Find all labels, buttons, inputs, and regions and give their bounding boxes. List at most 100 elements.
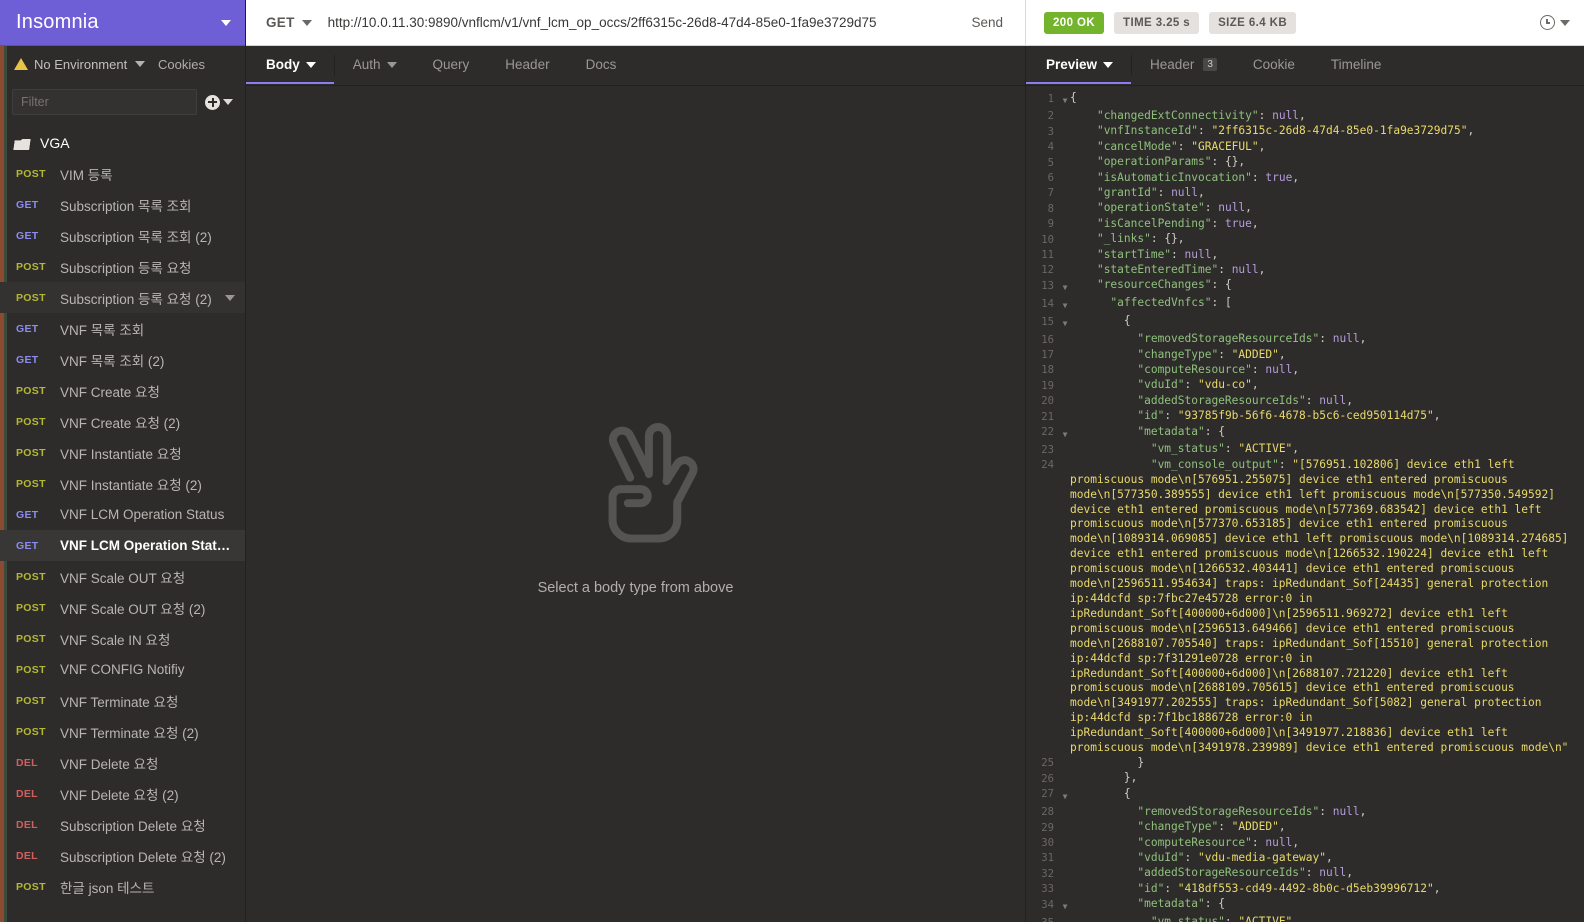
history-button[interactable] (1540, 15, 1570, 30)
request-pane: Body Auth Query Header Docs Select a body ty… (246, 46, 1026, 922)
app-header[interactable]: Insomnia (0, 0, 245, 46)
request-list-item[interactable]: POST VNF Instantiate 요청 (2) (0, 468, 245, 499)
request-list-item[interactable]: POST Subscription 등록 요청 (2) (0, 282, 245, 313)
fold-toggle-icon[interactable]: ▼ (1060, 296, 1070, 314)
request-list-item[interactable]: POST VIM 등록 (0, 158, 245, 189)
tab-query[interactable]: Query (415, 46, 488, 85)
request-method-label: DEL (16, 849, 38, 862)
code-line: 28 "removedStorageResourceIds": null, (1026, 805, 1584, 820)
url-bar: GET Send 200 OK TIME 3.25 s SIZE 6.4 KB (246, 0, 1584, 46)
code-text: "isCancelPending": true, (1070, 216, 1259, 230)
status-badge: 200 OK (1044, 11, 1105, 34)
chevron-down-icon (1560, 19, 1570, 26)
line-number: 11 (1041, 249, 1054, 262)
http-method-selector[interactable]: GET (246, 15, 326, 30)
line-number: 25 (1041, 757, 1054, 770)
fold-toggle-icon[interactable]: ▼ (1060, 897, 1070, 915)
tab-auth[interactable]: Auth (335, 46, 415, 85)
request-list-item[interactable]: GET VNF 목록 조회 (2) (0, 344, 245, 375)
request-name-label: VNF LCM Operation Status (2) (60, 538, 235, 553)
request-list-item[interactable]: DEL VNF Delete 요청 (0, 747, 245, 778)
line-number: 27 (1041, 788, 1054, 801)
tab-header[interactable]: Header 3 (1132, 46, 1235, 85)
code-line: 9 "isCancelPending": true, (1026, 217, 1584, 232)
request-list-item[interactable]: POST VNF CONFIG Notifiy (0, 654, 245, 685)
request-list-item[interactable]: GET VNF 목록 조회 (0, 313, 245, 344)
request-name-label: VNF Instantiate 요청 (2) (60, 477, 202, 493)
request-list-item[interactable]: POST 한글 json 테스트 (0, 871, 245, 902)
request-list-item[interactable]: GET Subscription 목록 조회 (0, 189, 245, 220)
request-list-item[interactable]: POST VNF Create 요청 (0, 375, 245, 406)
folder-row-vga[interactable]: VGA (0, 128, 245, 158)
code-text: { (1070, 786, 1131, 800)
line-number: 33 (1041, 883, 1054, 896)
code-text: "vnfInstanceId": "2ff6315c-26d8-47d4-85e… (1070, 124, 1475, 138)
line-number: 28 (1041, 806, 1054, 819)
request-list-item[interactable]: DEL Subscription Delete 요청 (0, 809, 245, 840)
filter-input[interactable] (12, 89, 197, 115)
add-request-button[interactable] (205, 94, 233, 110)
request-name-label: VNF Instantiate 요청 (60, 446, 182, 462)
chevron-down-icon[interactable] (221, 19, 231, 26)
request-list-item[interactable]: DEL Subscription Delete 요청 (2) (0, 840, 245, 871)
tab-label: Header (1150, 57, 1195, 72)
request-list-item[interactable]: POST Subscription 등록 요청 (0, 251, 245, 282)
request-list-item[interactable]: POST VNF Terminate 요청 (2) (0, 716, 245, 747)
code-text: "resourceChanges": { (1070, 278, 1232, 292)
url-input[interactable] (325, 0, 950, 45)
request-name-label: Subscription 등록 요청 (2) (60, 291, 212, 307)
request-list-item[interactable]: POST VNF Create 요청 (2) (0, 406, 245, 437)
app-title: Insomnia (16, 11, 99, 33)
tab-cookie[interactable]: Cookie (1235, 46, 1313, 85)
request-method-label: POST (16, 477, 46, 490)
request-name-label: VNF Create 요청 (2) (60, 415, 181, 431)
environment-selector[interactable]: No Environment (14, 57, 146, 72)
request-list-item[interactable]: POST VNF Scale OUT 요청 (2) (0, 592, 245, 623)
request-body-empty-state: Select a body type from above (246, 86, 1025, 922)
fold-toggle-icon[interactable]: ▼ (1060, 425, 1070, 443)
fold-toggle-icon[interactable]: ▼ (1060, 314, 1070, 332)
request-list-item[interactable]: DEL VNF Delete 요청 (2) (0, 778, 245, 809)
code-text: "operationParams": {}, (1070, 155, 1246, 169)
warning-triangle-icon (14, 58, 28, 70)
code-line: 35 "vm_status": "ACTIVE", (1026, 915, 1584, 922)
line-number: 19 (1041, 379, 1054, 392)
request-list-item[interactable]: POST VNF Instantiate 요청 (0, 437, 245, 468)
request-list-item[interactable]: GET Subscription 목록 조회 (2) (0, 220, 245, 251)
filter-row (0, 82, 245, 122)
tab-header[interactable]: Header (487, 46, 567, 85)
request-list-item[interactable]: GET VNF LCM Operation Status (0, 499, 245, 530)
fold-toggle-icon[interactable]: ▼ (1060, 787, 1070, 805)
tab-docs[interactable]: Docs (568, 46, 635, 85)
request-list-item[interactable]: POST VNF Scale IN 요청 (0, 623, 245, 654)
tab-label: Query (432, 57, 470, 72)
code-line: 13 ▼ "resourceChanges": { (1026, 278, 1584, 296)
line-number: 23 (1041, 443, 1054, 456)
send-button[interactable]: Send (949, 0, 1026, 46)
code-line: 7 "grantId": null, (1026, 186, 1584, 201)
request-method-label: DEL (16, 787, 38, 800)
tab-preview[interactable]: Preview (1026, 46, 1132, 85)
request-list-item[interactable]: GET VNF LCM Operation Status (2) (0, 530, 245, 561)
code-text: "vduId": "vdu-media-gateway", (1070, 850, 1333, 864)
request-list-item[interactable]: POST VNF Terminate 요청 (0, 685, 245, 716)
chevron-down-icon[interactable] (225, 294, 235, 301)
fold-toggle-icon[interactable]: ▼ (1060, 91, 1070, 109)
code-line: 33 "id": "418df553-cd49-4492-8b0c-d5eb39… (1026, 882, 1584, 897)
request-list-item[interactable]: POST VNF Scale OUT 요청 (0, 561, 245, 592)
code-text: "isAutomaticInvocation": true, (1070, 170, 1300, 184)
tab-body[interactable]: Body (246, 46, 334, 85)
fold-toggle-icon[interactable]: ▼ (1060, 278, 1070, 296)
code-line: 16 "removedStorageResourceIds": null, (1026, 332, 1584, 347)
code-line: 30 "computeResource": null, (1026, 836, 1584, 851)
panes: Body Auth Query Header Docs Select a body ty… (246, 46, 1584, 922)
cookies-button[interactable]: Cookies (158, 57, 231, 72)
request-name-label: VNF Delete 요청 (60, 756, 159, 772)
response-body-viewer[interactable]: 1 ▼{2 "changedExtConnectivity": null, 3 "v… (1026, 86, 1584, 922)
code-text: "stateEnteredTime": null, (1070, 262, 1266, 276)
request-method-label: GET (16, 353, 39, 366)
request-name-label: VNF CONFIG Notifiy (60, 662, 185, 677)
tab-timeline[interactable]: Timeline (1313, 46, 1400, 85)
